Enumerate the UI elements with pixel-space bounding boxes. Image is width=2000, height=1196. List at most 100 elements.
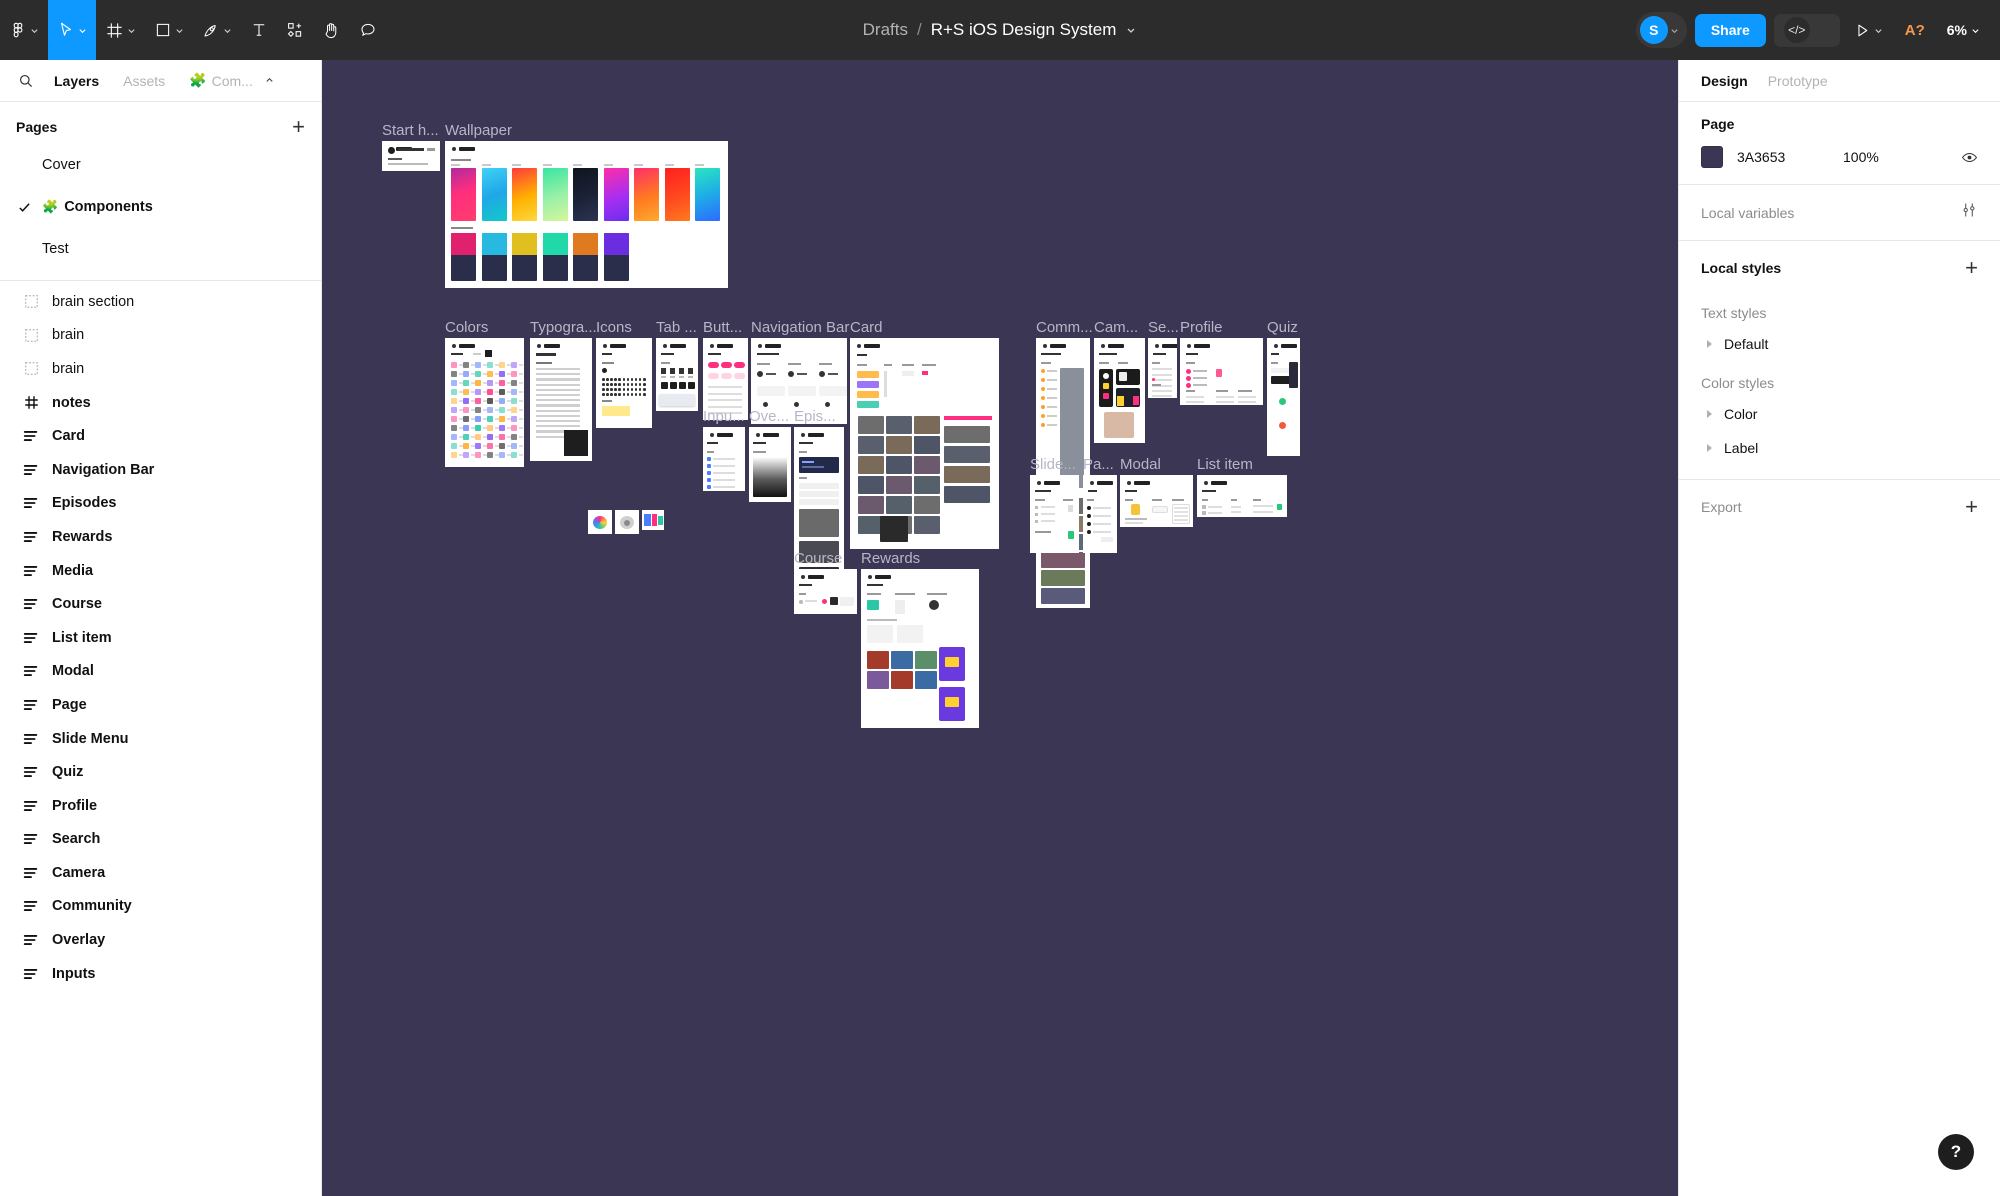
variables-settings-button[interactable] <box>1960 201 1978 224</box>
color-swatch[interactable] <box>1701 146 1723 168</box>
canvas-frame[interactable] <box>861 569 979 728</box>
frame-label[interactable]: Profile <box>1180 319 1223 336</box>
page-item-cover[interactable]: Cover <box>0 144 321 186</box>
frame-tool-button[interactable] <box>96 0 145 60</box>
figma-menu-button[interactable] <box>0 0 48 60</box>
frame-label[interactable]: List item <box>1197 456 1253 473</box>
help-button[interactable]: ? <box>1938 1134 1974 1170</box>
canvas-frame[interactable] <box>1120 475 1193 527</box>
layer-item[interactable]: Search <box>0 823 321 857</box>
dev-mode-toggle[interactable]: </> <box>1773 13 1840 47</box>
frame-label[interactable]: Comm... <box>1036 319 1093 336</box>
layer-item[interactable]: brain section <box>0 285 321 319</box>
color-opacity-value[interactable]: 100% <box>1843 149 1947 165</box>
layer-item[interactable]: Camera <box>0 856 321 890</box>
layer-item[interactable]: brain <box>0 319 321 353</box>
canvas-frame[interactable] <box>530 338 592 461</box>
visibility-toggle[interactable] <box>1961 149 1978 166</box>
layer-item[interactable]: Card <box>0 419 321 453</box>
layer-item[interactable]: Course <box>0 587 321 621</box>
frame-label[interactable]: Icons <box>596 319 632 336</box>
canvas-frame[interactable] <box>749 427 791 502</box>
text-tool-button[interactable] <box>241 0 277 60</box>
layer-item[interactable]: Page <box>0 688 321 722</box>
search-button[interactable] <box>12 73 42 89</box>
frame-label[interactable]: Card <box>850 319 883 336</box>
frame-label[interactable]: Pa... <box>1083 456 1114 473</box>
layer-item[interactable]: Inputs <box>0 957 321 991</box>
comment-tool-button[interactable] <box>350 0 386 60</box>
canvas-frame[interactable] <box>445 141 728 288</box>
canvas-frame[interactable] <box>850 338 999 549</box>
layer-item[interactable]: Modal <box>0 655 321 689</box>
breadcrumb-parent[interactable]: Drafts <box>863 20 908 40</box>
frame-label[interactable]: Slide... <box>1030 456 1076 473</box>
frame-label[interactable]: Inpu... <box>703 408 745 425</box>
add-style-button[interactable]: + <box>1965 257 1978 279</box>
canvas-frame[interactable] <box>1083 475 1117 553</box>
canvas-frame[interactable] <box>596 338 652 428</box>
move-tool-button[interactable] <box>48 0 96 60</box>
layer-item[interactable]: Quiz <box>0 755 321 789</box>
collapse-chevron-icon[interactable] <box>264 73 275 89</box>
frame-label[interactable]: Colors <box>445 319 488 336</box>
tab-prototype[interactable]: Prototype <box>1768 73 1828 89</box>
layer-item[interactable]: Slide Menu <box>0 722 321 756</box>
zoom-control[interactable]: 6% <box>1941 22 1986 38</box>
canvas-frame-media[interactable] <box>588 510 612 534</box>
frame-label[interactable]: Typogra... <box>530 319 597 336</box>
shape-tool-button[interactable] <box>145 0 193 60</box>
layer-item[interactable]: List item <box>0 621 321 655</box>
frame-label[interactable]: Tab ... <box>656 319 697 336</box>
color-style-label[interactable]: Label <box>1701 431 1978 465</box>
layer-item[interactable]: Navigation Bar <box>0 453 321 487</box>
canvas-frame-media[interactable] <box>615 510 639 534</box>
frame-label[interactable]: Rewards <box>861 550 920 567</box>
canvas-frame[interactable] <box>703 427 745 491</box>
frame-label[interactable]: Ove... <box>749 408 789 425</box>
canvas-frame[interactable] <box>1030 475 1079 553</box>
frame-label[interactable]: Butt... <box>703 319 742 336</box>
color-hex-value[interactable]: 3A3653 <box>1737 149 1829 165</box>
canvas-frame[interactable] <box>1036 338 1090 608</box>
page-item-components[interactable]: 🧩 Components <box>0 186 321 228</box>
collaborators-button[interactable]: S <box>1635 12 1687 48</box>
frame-label[interactable]: Epis... <box>794 408 836 425</box>
file-menu-chevron[interactable] <box>1125 24 1137 36</box>
tab-design[interactable]: Design <box>1701 73 1748 89</box>
accessibility-button[interactable]: A? <box>1897 22 1933 39</box>
tab-components-library[interactable]: 🧩 Com... <box>177 72 287 89</box>
pen-tool-button[interactable] <box>193 0 241 60</box>
canvas-frame-media[interactable] <box>642 510 664 530</box>
color-style-color[interactable]: Color <box>1701 397 1978 431</box>
layer-item[interactable]: brain <box>0 352 321 386</box>
design-canvas[interactable]: Start h... Wallpaper Colors Typogra... Icons… <box>322 60 1678 1196</box>
frame-label[interactable]: Modal <box>1120 456 1161 473</box>
canvas-frame[interactable] <box>794 569 857 614</box>
layer-item[interactable]: Profile <box>0 789 321 823</box>
canvas-frame[interactable] <box>382 141 440 171</box>
add-export-button[interactable]: + <box>1965 496 1978 518</box>
local-variables-row[interactable]: Local variables <box>1679 185 2000 241</box>
frame-label[interactable]: Course <box>794 550 842 567</box>
frame-label[interactable]: Navigation Bar <box>751 319 849 336</box>
layer-item[interactable]: Episodes <box>0 487 321 521</box>
resources-button[interactable] <box>277 0 313 60</box>
canvas-frame[interactable] <box>1094 338 1145 443</box>
canvas-frame[interactable] <box>445 338 524 467</box>
layer-item[interactable]: Media <box>0 554 321 588</box>
frame-label[interactable]: Start h... <box>382 122 439 139</box>
canvas-frame[interactable] <box>1267 338 1300 456</box>
breadcrumb-file-title[interactable]: R+S iOS Design System <box>931 20 1117 40</box>
layer-item[interactable]: Overlay <box>0 923 321 957</box>
canvas-frame[interactable] <box>656 338 698 411</box>
canvas-frame[interactable] <box>1197 475 1287 517</box>
canvas-frame[interactable] <box>1180 338 1263 405</box>
text-style-default[interactable]: Default <box>1701 327 1978 361</box>
tab-assets[interactable]: Assets <box>111 73 177 89</box>
canvas-frame[interactable] <box>1148 338 1177 398</box>
layer-item[interactable]: notes <box>0 386 321 420</box>
frame-label[interactable]: Cam... <box>1094 319 1138 336</box>
hand-tool-button[interactable] <box>313 0 350 60</box>
frame-label[interactable]: Se... <box>1148 319 1179 336</box>
